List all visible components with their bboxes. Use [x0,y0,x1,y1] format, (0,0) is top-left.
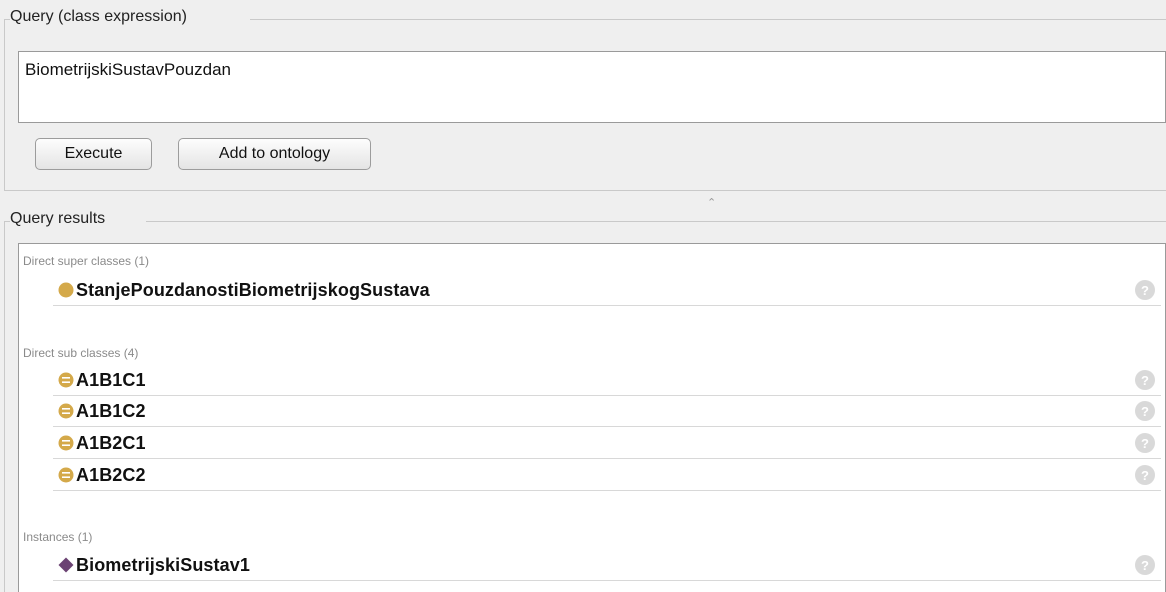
query-group-border [4,190,1166,191]
help-icon[interactable]: ? [1135,555,1155,575]
query-group-border [250,19,1166,20]
query-group-border [4,19,5,191]
list-item[interactable]: A1B1C2 ? [53,396,1161,427]
class-icon [58,282,74,298]
item-label: A1B1C2 [76,401,146,421]
results-group-title: Query results [10,210,110,228]
item-label: StanjePouzdanostiBiometrijskogSustava [76,280,430,300]
splitter-handle[interactable]: ⌃ [707,196,716,209]
list-item[interactable]: A1B1C1 ? [53,365,1161,396]
item-label: A1B2C2 [76,465,146,485]
individual-icon [58,557,74,573]
list-item[interactable]: A1B2C1 ? [53,428,1161,459]
list-item[interactable]: StanjePouzdanostiBiometrijskogSustava ? [53,275,1161,306]
help-icon[interactable]: ? [1135,465,1155,485]
help-icon[interactable]: ? [1135,433,1155,453]
execute-button[interactable]: Execute [35,138,152,170]
super-classes-label: Direct super classes (1) [23,254,150,268]
query-expression-text: BiometrijskiSustavPouzdan [25,60,231,79]
defined-class-icon [58,372,74,388]
help-icon[interactable]: ? [1135,280,1155,300]
query-group-title: Query (class expression) [10,8,191,26]
instances-label: Instances (1) [23,530,93,544]
defined-class-icon [58,467,74,483]
item-label: A1B1C1 [76,370,146,390]
defined-class-icon [58,435,74,451]
results-group-border [146,221,1166,222]
query-expression-editor[interactable]: BiometrijskiSustavPouzdan [18,51,1166,123]
sub-classes-label: Direct sub classes (4) [23,346,139,360]
help-icon[interactable]: ? [1135,370,1155,390]
defined-class-icon [58,403,74,419]
list-item[interactable]: A1B2C2 ? [53,460,1161,491]
item-label: A1B2C1 [76,433,146,453]
item-label: BiometrijskiSustav1 [76,555,250,575]
list-item[interactable]: BiometrijskiSustav1 ? [53,550,1161,581]
query-results-list: Direct super classes (1) StanjePouzdanos… [18,243,1166,592]
add-to-ontology-button[interactable]: Add to ontology [178,138,371,170]
results-group-border [4,221,5,592]
help-icon[interactable]: ? [1135,401,1155,421]
